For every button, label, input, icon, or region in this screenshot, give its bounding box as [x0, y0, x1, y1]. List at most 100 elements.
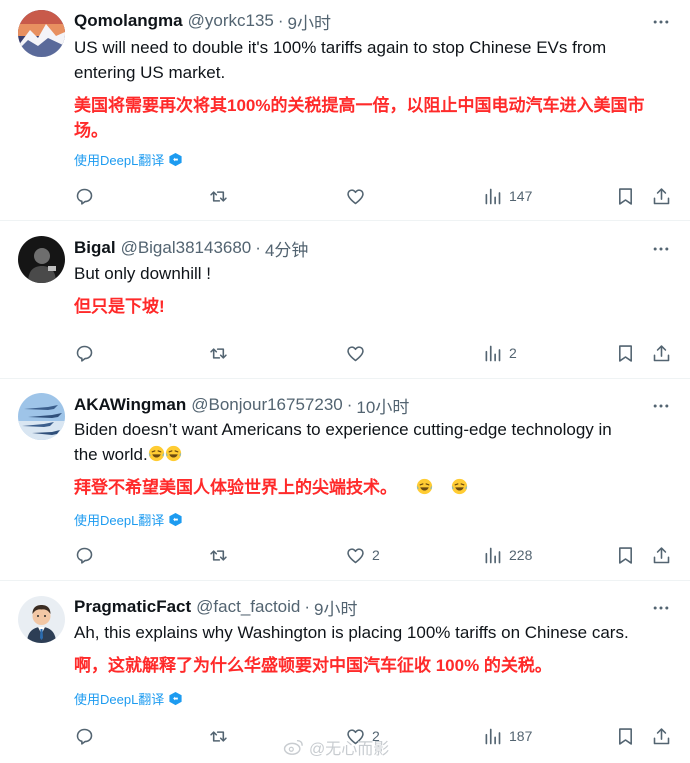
tweet-2[interactable]: Bigal @Bigal38143680 · 4分钟 But only down…: [0, 221, 690, 379]
like-icon: [347, 345, 364, 361]
view-count: 2: [509, 345, 517, 361]
tweet-text-line: US will need to double it's 100% tariffs…: [74, 38, 607, 57]
translation-line: 美国将需要再次将其100%的关税提高一倍，以阻止中国电动汽车进入美国市: [74, 96, 645, 115]
tweet-text: Ah, this explains why Washington is plac…: [74, 620, 674, 645]
translate-link-label[interactable]: 使用DeepL翻译: [74, 689, 164, 708]
like-count: 2: [372, 547, 380, 563]
view-count: 147: [509, 188, 533, 204]
view-count: 228: [509, 547, 533, 563]
translate-icon: [169, 691, 182, 705]
translate-link-label[interactable]: 使用DeepL翻译: [74, 510, 164, 529]
translation-text: 但只是下坡!: [74, 294, 674, 319]
share-icon: [653, 187, 670, 204]
tweet-text-line: Biden doesn’t want Americans to experien…: [74, 420, 612, 439]
tweet-text: But only downhill !: [74, 261, 674, 286]
timestamp[interactable]: 9小时: [314, 595, 357, 620]
more-options-button[interactable]: [649, 396, 673, 416]
reply-button[interactable]: [74, 184, 95, 208]
share-button[interactable]: [651, 184, 672, 208]
translate-link[interactable]: 使用DeepL翻译: [74, 688, 183, 708]
more-icon: [653, 247, 669, 251]
bookmark-button[interactable]: [615, 341, 636, 365]
translation-line: 场。: [74, 121, 108, 140]
separator-dot: ·: [255, 238, 261, 257]
avatar-bigal[interactable]: [18, 236, 65, 283]
like-button[interactable]: [345, 341, 372, 365]
translation-fragment: 拜登不希望美国人体验世界上的尖端技术。: [74, 478, 397, 497]
watermark: @无心而影: [283, 735, 389, 759]
retweet-icon: [210, 190, 227, 202]
bookmark-button[interactable]: [615, 724, 636, 748]
more-icon: [653, 404, 669, 408]
display-name[interactable]: PragmaticFact: [74, 597, 191, 617]
tweet-text-line: Ah, this explains why Washington is plac…: [74, 623, 629, 642]
reply-button[interactable]: [74, 724, 95, 748]
like-button[interactable]: 2: [345, 543, 380, 567]
avatar-akawingman[interactable]: [18, 393, 65, 440]
tweet-1[interactable]: Qomolangma @yorkc135 · 9小时 US will need …: [0, 0, 690, 221]
separator-dot: ·: [277, 11, 284, 30]
display-name[interactable]: Qomolangma: [74, 11, 183, 31]
user-handle[interactable]: @Bigal38143680: [121, 238, 252, 258]
translate-link[interactable]: 使用DeepL翻译: [74, 149, 183, 169]
timestamp[interactable]: 4分钟: [265, 236, 308, 261]
reply-button[interactable]: [74, 341, 95, 365]
views-icon: [485, 188, 501, 204]
separator-dot: ·: [346, 395, 353, 414]
retweet-button[interactable]: [208, 341, 229, 365]
avatar-pragmaticfact[interactable]: [18, 596, 65, 643]
timestamp[interactable]: 10小时: [356, 393, 409, 418]
more-options-button[interactable]: [649, 12, 673, 32]
user-handle[interactable]: @fact_factoid: [196, 597, 300, 617]
views-button[interactable]: 228: [482, 543, 532, 567]
view-count: 187: [509, 728, 533, 744]
reply-icon: [76, 547, 93, 564]
display-name[interactable]: AKAWingman: [74, 395, 186, 415]
retweet-button[interactable]: [208, 724, 229, 748]
translation-line: 拜登不希望美国人体验世界上的尖端技术。: [74, 475, 674, 500]
timestamp[interactable]: 9小时: [288, 9, 331, 34]
more-options-button[interactable]: [649, 598, 673, 618]
user-handle[interactable]: @yorkc135: [188, 11, 274, 31]
more-icon: [653, 606, 669, 610]
retweet-button[interactable]: [208, 543, 229, 567]
bookmark-button[interactable]: [615, 184, 636, 208]
views-button[interactable]: 187: [482, 724, 532, 748]
views-button[interactable]: 2: [482, 341, 517, 365]
views-icon: [485, 345, 501, 361]
reply-button[interactable]: [74, 543, 95, 567]
bookmark-button[interactable]: [615, 543, 636, 567]
tweet-header: AKAWingman @Bonjour16757230 · 10小时: [74, 393, 409, 418]
tweet-text-line: the world.: [74, 442, 674, 467]
tweet-text-line: entering US market.: [74, 63, 226, 82]
laughing-emoji: [452, 478, 468, 495]
avatar-qomolangma[interactable]: [18, 10, 65, 57]
views-icon: [485, 547, 501, 563]
translate-link-label[interactable]: 使用DeepL翻译: [74, 150, 164, 169]
bookmark-icon: [619, 546, 632, 564]
translation-text: 啊，这就解释了为什么华盛顿要对中国汽车征收 100% 的关税。: [74, 653, 674, 678]
laughing-emoji: [165, 445, 181, 462]
tweet-text-fragment: the world.: [74, 445, 148, 464]
share-button[interactable]: [651, 341, 672, 365]
share-button[interactable]: [651, 724, 672, 748]
tweet-header: Qomolangma @yorkc135 · 9小时: [74, 9, 331, 34]
like-button[interactable]: [345, 184, 372, 208]
retweet-icon: [210, 730, 227, 742]
laughing-emoji: [148, 445, 164, 462]
bookmark-icon: [619, 727, 632, 745]
tweet-header: Bigal @Bigal38143680 · 4分钟: [74, 236, 308, 261]
separator-dot: ·: [304, 597, 311, 616]
retweet-button[interactable]: [208, 184, 229, 208]
user-handle[interactable]: @Bonjour16757230: [191, 395, 343, 415]
bookmark-icon: [619, 344, 632, 362]
tweet-3[interactable]: AKAWingman @Bonjour16757230 · 10小时 Biden…: [0, 379, 690, 581]
watermark-text: @无心而影: [309, 741, 390, 758]
share-button[interactable]: [651, 543, 672, 567]
translation-line: 啊，这就解释了为什么华盛顿要对中国汽车征收 100% 的关税。: [74, 656, 552, 675]
translate-link[interactable]: 使用DeepL翻译: [74, 509, 183, 529]
display-name[interactable]: Bigal: [74, 238, 116, 258]
views-button[interactable]: 147: [482, 184, 532, 208]
more-options-button[interactable]: [649, 239, 673, 259]
tweet-text: Biden doesn’t want Americans to experien…: [74, 417, 674, 467]
